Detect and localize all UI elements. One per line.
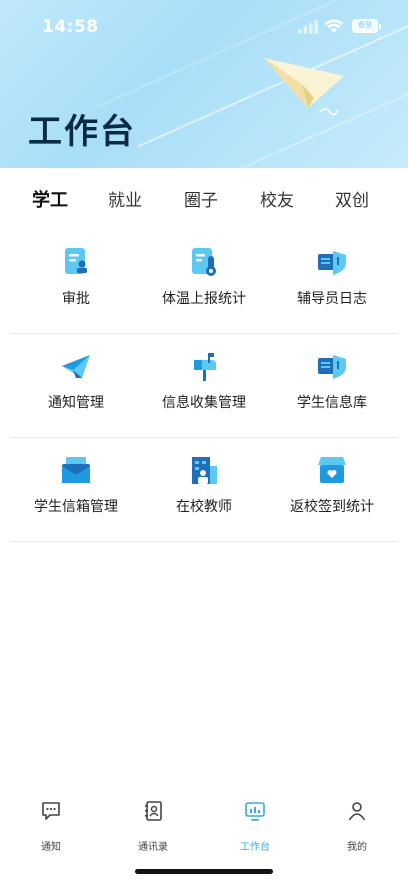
grid-item-label: 审批 bbox=[62, 291, 90, 307]
wifi-icon bbox=[324, 19, 344, 33]
nav-item-label: 通知 bbox=[41, 842, 61, 853]
grid-item-info-collection[interactable]: 信息收集管理 bbox=[136, 334, 272, 438]
paper-plane-illustration bbox=[264, 58, 344, 116]
grid-item-label: 信息收集管理 bbox=[162, 395, 246, 411]
building-teacher-icon bbox=[192, 457, 217, 484]
thermometer-report-icon bbox=[192, 248, 216, 276]
battery-indicator: 69 bbox=[352, 19, 378, 33]
grid-item-notice-management[interactable]: 通知管理 bbox=[8, 334, 144, 438]
nav-item-notice[interactable]: 通知 bbox=[0, 800, 102, 853]
tab-quanzi[interactable]: 圈子 bbox=[184, 186, 218, 211]
nav-item-workbench[interactable]: 工作台 bbox=[204, 800, 306, 853]
grid-item-label: 在校教师 bbox=[176, 499, 232, 515]
shield-log-icon bbox=[318, 251, 346, 275]
workbench-icon bbox=[245, 802, 265, 821]
grid-item-student-mailbox[interactable]: 学生信箱管理 bbox=[8, 438, 144, 542]
grid-item-label: 辅导员日志 bbox=[297, 291, 367, 307]
function-grid-row: 审批 体温上报统计 辅导员日志 bbox=[0, 230, 408, 334]
header-banner: 14:58 69 工作台 bbox=[0, 0, 408, 168]
status-bar: 14:58 69 bbox=[0, 0, 408, 56]
row-divider bbox=[11, 541, 397, 542]
status-time: 14:58 bbox=[42, 17, 99, 37]
grid-item-teachers[interactable]: 在校教师 bbox=[136, 438, 272, 542]
approval-icon bbox=[65, 248, 87, 274]
person-icon bbox=[348, 802, 366, 821]
battery-tip bbox=[379, 24, 381, 29]
tab-xiaoyou[interactable]: 校友 bbox=[260, 186, 294, 211]
contacts-icon bbox=[145, 801, 162, 821]
nav-item-mine[interactable]: 我的 bbox=[306, 800, 408, 853]
mailbox-icon bbox=[194, 353, 216, 381]
grid-item-label: 学生信息库 bbox=[297, 395, 367, 411]
cellular-signal-icon bbox=[298, 20, 318, 34]
home-indicator[interactable] bbox=[135, 869, 273, 874]
tab-jiuye[interactable]: 就业 bbox=[108, 186, 142, 211]
tab-shuangchuang[interactable]: 双创 bbox=[335, 186, 369, 211]
grid-item-label: 返校签到统计 bbox=[290, 499, 374, 515]
nav-item-contacts[interactable]: 通讯录 bbox=[102, 800, 204, 853]
store-checkin-icon bbox=[318, 457, 346, 483]
category-tabs: 学工 就业 圈子 校友 双创 bbox=[0, 168, 408, 230]
grid-item-return-checkin[interactable]: 返校签到统计 bbox=[264, 438, 400, 542]
nav-item-label: 通讯录 bbox=[138, 842, 168, 853]
shield-database-icon bbox=[318, 355, 346, 379]
function-grid-row: 通知管理 信息收集管理 学生信息库 bbox=[0, 334, 408, 438]
envelope-icon bbox=[62, 457, 90, 483]
grid-item-approval[interactable]: 审批 bbox=[8, 230, 144, 334]
grid-item-label: 体温上报统计 bbox=[162, 291, 246, 307]
grid-item-counselor-log[interactable]: 辅导员日志 bbox=[264, 230, 400, 334]
message-icon bbox=[42, 802, 60, 820]
grid-item-temperature-report[interactable]: 体温上报统计 bbox=[136, 230, 272, 334]
grid-item-label: 学生信箱管理 bbox=[34, 499, 118, 515]
function-grid-row: 学生信箱管理 在校教师 返校签到统计 bbox=[0, 438, 408, 542]
page-title: 工作台 bbox=[28, 112, 136, 152]
paper-plane-icon bbox=[62, 355, 90, 378]
nav-item-label: 我的 bbox=[347, 842, 367, 853]
grid-item-label: 通知管理 bbox=[48, 395, 104, 411]
tab-xuegong[interactable]: 学工 bbox=[32, 186, 68, 212]
nav-item-label: 工作台 bbox=[240, 842, 270, 853]
grid-item-student-database[interactable]: 学生信息库 bbox=[264, 334, 400, 438]
